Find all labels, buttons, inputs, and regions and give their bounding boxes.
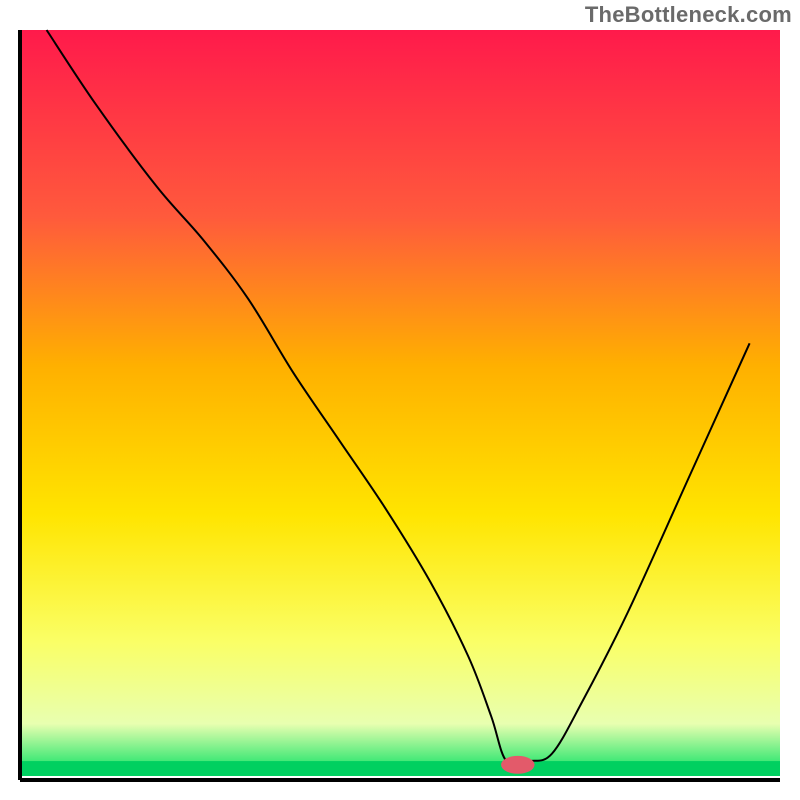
baseline-green-band — [20, 761, 780, 776]
watermark-text: TheBottleneck.com — [585, 2, 792, 28]
optimum-marker — [501, 756, 534, 774]
bottleneck-chart — [0, 0, 800, 800]
chart-background — [20, 30, 780, 776]
